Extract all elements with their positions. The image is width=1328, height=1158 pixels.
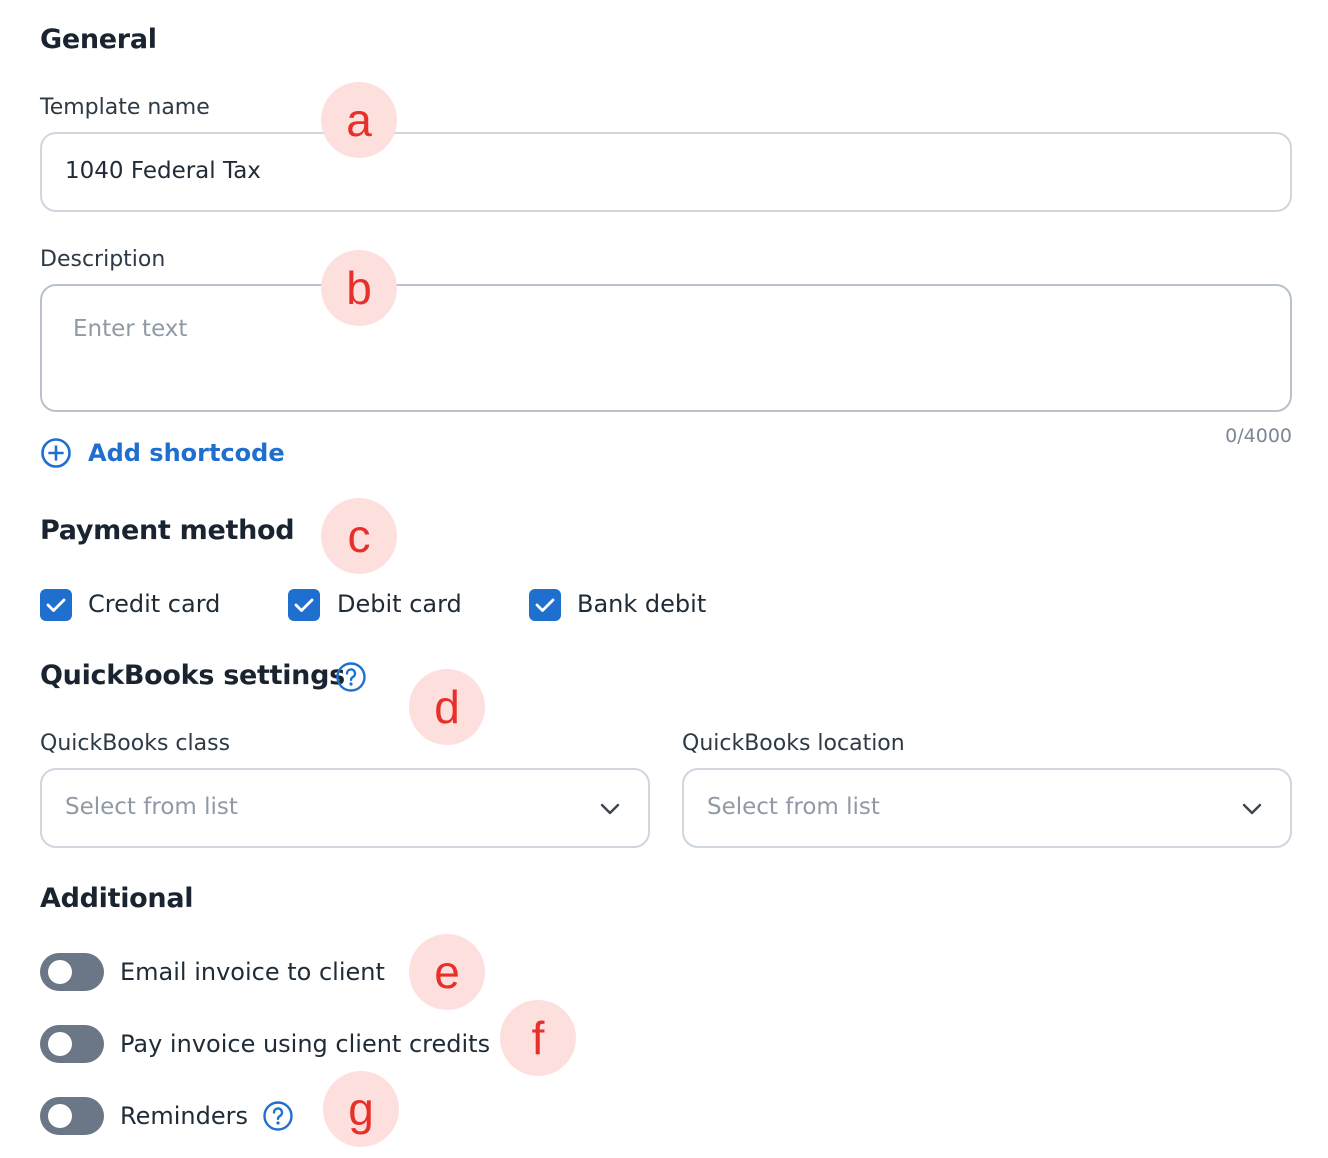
bank-debit-checkbox[interactable] bbox=[529, 589, 561, 621]
quickbooks-class-label: QuickBooks class bbox=[40, 731, 231, 756]
question-circle-icon[interactable] bbox=[335, 661, 367, 693]
reminders-label: Reminders bbox=[120, 1102, 248, 1130]
callout-c: c bbox=[321, 498, 397, 574]
check-icon bbox=[294, 598, 314, 612]
add-shortcode-button[interactable]: Add shortcode bbox=[40, 437, 285, 469]
quickbooks-location-placeholder: Select from list bbox=[707, 794, 880, 820]
callout-f: f bbox=[500, 1000, 576, 1076]
credit-card-checkbox[interactable] bbox=[40, 589, 72, 621]
toggle-knob bbox=[48, 1104, 72, 1128]
pay-with-credits-toggle[interactable] bbox=[40, 1025, 104, 1063]
callout-g: g bbox=[323, 1071, 399, 1147]
debit-card-label[interactable]: Debit card bbox=[337, 590, 462, 618]
template-name-label: Template name bbox=[40, 95, 210, 120]
add-shortcode-label: Add shortcode bbox=[88, 439, 285, 467]
check-icon bbox=[535, 598, 555, 612]
callout-e: e bbox=[409, 934, 485, 1010]
toggle-knob bbox=[48, 960, 72, 984]
question-circle-icon[interactable] bbox=[262, 1100, 294, 1132]
quickbooks-location-label: QuickBooks location bbox=[682, 731, 905, 756]
callout-a: a bbox=[321, 82, 397, 158]
general-heading: General bbox=[40, 24, 157, 55]
template-name-value: 1040 Federal Tax bbox=[65, 158, 261, 184]
quickbooks-settings-heading: QuickBooks settings bbox=[40, 660, 345, 691]
chevron-down-icon bbox=[1242, 803, 1262, 815]
quickbooks-class-placeholder: Select from list bbox=[65, 794, 238, 820]
additional-heading: Additional bbox=[40, 883, 194, 914]
credit-card-label[interactable]: Credit card bbox=[88, 590, 220, 618]
toggle-knob bbox=[48, 1032, 72, 1056]
payment-method-heading: Payment method bbox=[40, 515, 295, 546]
description-label: Description bbox=[40, 247, 166, 272]
description-char-counter: 0/4000 bbox=[1225, 425, 1292, 447]
chevron-down-icon bbox=[600, 803, 620, 815]
description-textarea[interactable]: Enter text bbox=[40, 284, 1292, 412]
quickbooks-class-select[interactable]: Select from list bbox=[40, 768, 650, 848]
debit-card-checkbox[interactable] bbox=[288, 589, 320, 621]
email-invoice-toggle[interactable] bbox=[40, 953, 104, 991]
callout-d: d bbox=[409, 669, 485, 745]
pay-with-credits-label: Pay invoice using client credits bbox=[120, 1030, 491, 1058]
reminders-toggle[interactable] bbox=[40, 1097, 104, 1135]
plus-circle-icon bbox=[41, 438, 71, 468]
template-name-input[interactable]: 1040 Federal Tax bbox=[40, 132, 1292, 212]
bank-debit-label[interactable]: Bank debit bbox=[577, 590, 706, 618]
quickbooks-location-select[interactable]: Select from list bbox=[682, 768, 1292, 848]
email-invoice-label: Email invoice to client bbox=[120, 958, 385, 986]
description-placeholder: Enter text bbox=[73, 316, 188, 342]
check-icon bbox=[46, 598, 66, 612]
callout-b: b bbox=[321, 250, 397, 326]
